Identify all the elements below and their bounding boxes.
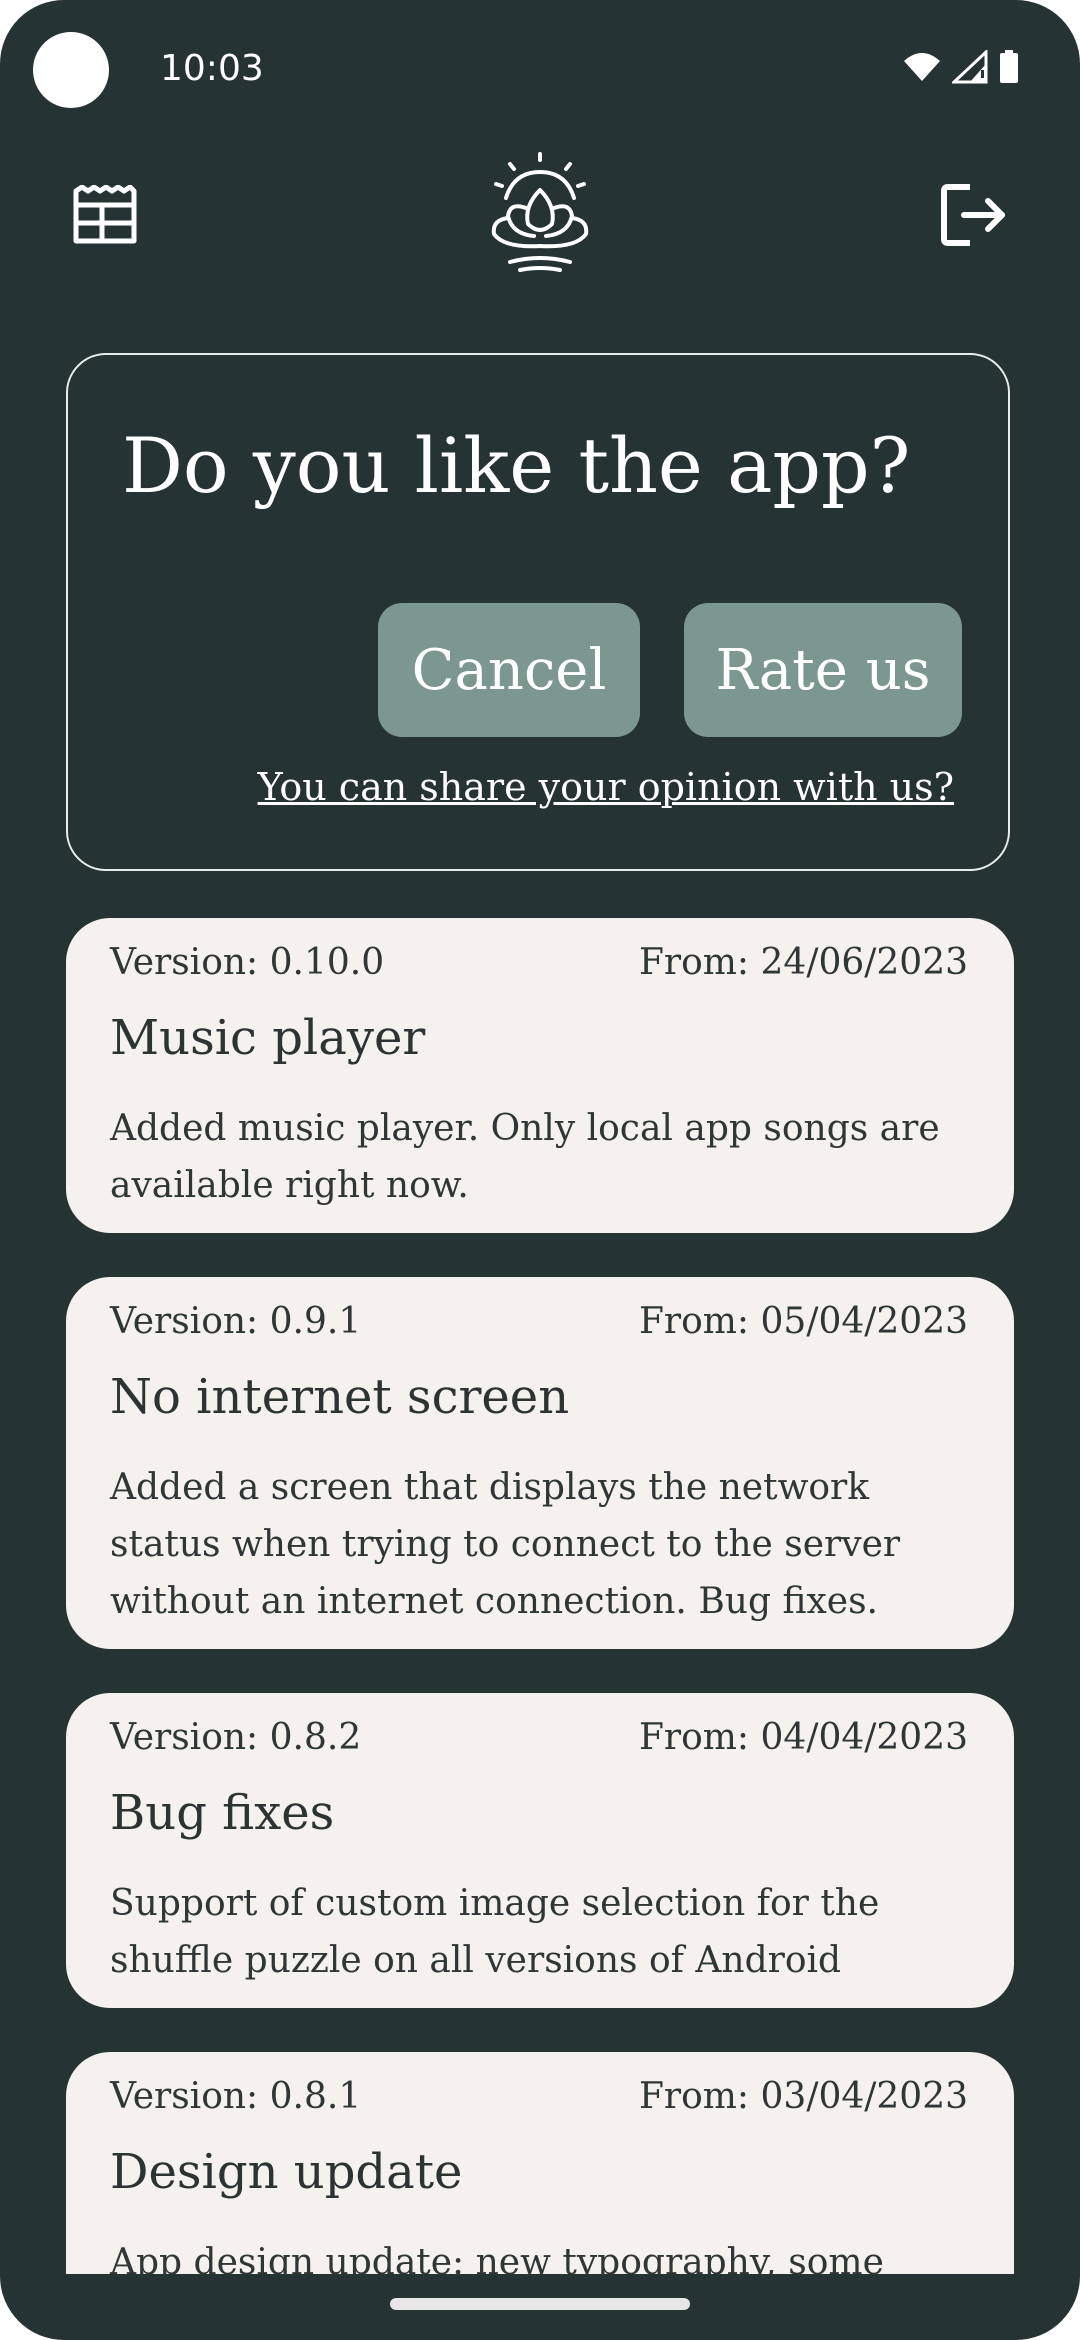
rate-us-button[interactable]: Rate us [684, 603, 962, 737]
lotus-icon [491, 152, 589, 272]
battery-icon [1000, 50, 1018, 83]
version-description: Support of custom image selection for th… [110, 1883, 880, 1981]
version-card: Version: 0.8.2 From: 04/04/2023 Bug fixe… [66, 1693, 1014, 2008]
version-date: From: 24/06/2023 [638, 942, 968, 983]
version-description: Added a screen that displays the network… [110, 1467, 901, 1622]
version-title: Bug fixes [110, 1785, 335, 1841]
app-screen: 10:03 Do you like the app? Cancel Rate u… [0, 0, 1080, 2340]
cancel-button[interactable]: Cancel [378, 603, 640, 737]
logout-icon [941, 184, 1005, 246]
rate-card-title: Do you like the app? [122, 421, 911, 510]
version-card: Version: 0.9.1 From: 05/04/2023 No inter… [66, 1277, 1014, 1649]
rate-app-card: Do you like the app? Cancel Rate us You … [66, 353, 1010, 871]
version-date: From: 03/04/2023 [638, 2076, 968, 2117]
share-opinion-link[interactable]: You can share your opinion with us? [258, 765, 954, 809]
version-date: From: 04/04/2023 [638, 1717, 968, 1758]
version-date: From: 05/04/2023 [638, 1301, 968, 1342]
version-card: Version: 0.8.1 From: 03/04/2023 Design u… [66, 2052, 1014, 2274]
version-card: Version: 0.10.0 From: 24/06/2023 Music p… [66, 918, 1014, 1233]
version-description: App design update: new typography, some … [110, 2242, 884, 2274]
news-button[interactable] [60, 170, 150, 260]
version-number: Version: 0.8.2 [110, 1717, 362, 1758]
status-time: 10:03 [160, 48, 264, 89]
version-title: No internet screen [110, 1369, 570, 1425]
signal-icon [952, 50, 988, 84]
version-title: Design update [110, 2144, 463, 2200]
camera-cutout [33, 32, 109, 108]
home-indicator[interactable] [390, 2298, 690, 2310]
version-number: Version: 0.10.0 [110, 942, 385, 983]
wifi-icon [904, 53, 940, 81]
logout-button[interactable] [930, 170, 1020, 260]
status-icons [902, 50, 1020, 84]
version-number: Version: 0.9.1 [110, 1301, 362, 1342]
version-title: Music player [110, 1010, 426, 1066]
news-icon [73, 185, 137, 244]
version-description: Added music player. Only local app songs… [110, 1108, 940, 1206]
version-number: Version: 0.8.1 [110, 2076, 362, 2117]
changelog-list[interactable]: Version: 0.10.0 From: 24/06/2023 Music p… [66, 918, 1014, 2274]
